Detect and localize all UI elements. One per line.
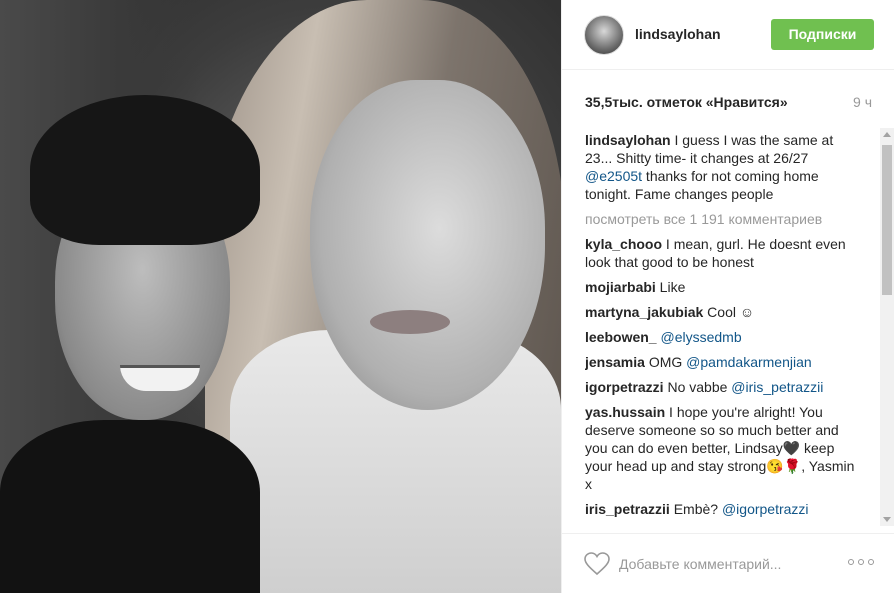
comment-username[interactable]: yas.hussain <box>585 404 665 420</box>
comment-username[interactable]: mojiarbabi <box>585 279 656 295</box>
comment-mention[interactable]: @elyssedmb <box>660 329 741 345</box>
more-options-icon[interactable] <box>848 559 874 569</box>
view-all-comments-link[interactable]: посмотреть все 1 191 комментариев <box>585 210 855 228</box>
post-photo[interactable] <box>0 0 561 593</box>
scrollbar-thumb[interactable] <box>882 145 892 295</box>
comment-text: Cool ☺ <box>703 304 755 320</box>
caption-username[interactable]: lindsaylohan <box>585 132 671 148</box>
comment-mention[interactable]: @pamdakarmenjian <box>686 354 812 370</box>
comment-username[interactable]: kyla_chooo <box>585 236 662 252</box>
list-item: mojiarbabi Like <box>585 278 855 296</box>
comment-mention[interactable]: @igorpetrazzi <box>722 501 809 517</box>
comments-list: lindsaylohan I guess I was the same at 2… <box>585 131 855 526</box>
heart-icon[interactable] <box>584 552 610 576</box>
list-item: leebowen_ @elyssedmb <box>585 328 855 346</box>
photo-man-shirt <box>0 420 260 593</box>
dot <box>848 559 854 565</box>
avatar[interactable] <box>584 15 624 55</box>
post-footer <box>562 533 894 593</box>
scroll-down-arrow-icon[interactable] <box>883 517 891 522</box>
photo-woman-face <box>310 80 545 410</box>
photo-woman-lips <box>370 310 450 334</box>
comment-username[interactable]: leebowen_ <box>585 329 657 345</box>
follow-button[interactable]: Подписки <box>771 19 874 50</box>
scroll-up-arrow-icon[interactable] <box>883 132 891 137</box>
list-item: martyna_jakubiak Cool ☺ <box>585 303 855 321</box>
list-item: iris_petrazzii Embè? @igorpetrazzi <box>585 500 855 518</box>
post-author-username[interactable]: lindsaylohan <box>635 26 721 42</box>
comment-input[interactable] <box>619 552 839 576</box>
list-item: igorpetrazzi No vabbe @iris_petrazzii <box>585 378 855 396</box>
caption: lindsaylohan I guess I was the same at 2… <box>585 131 855 203</box>
comment-username[interactable]: igorpetrazzi <box>585 379 664 395</box>
comment-text: OMG <box>644 354 687 370</box>
caption-mention[interactable]: @e2505t <box>585 168 642 184</box>
likes-count[interactable]: 35,5тыс. отметок «Нравится» <box>585 94 788 110</box>
comments-scrollbar[interactable] <box>880 128 894 526</box>
comment-username[interactable]: martyna_jakubiak <box>585 304 703 320</box>
comment-username[interactable]: iris_petrazzii <box>585 501 670 517</box>
photo-man-hair <box>30 95 260 245</box>
dot <box>868 559 874 565</box>
list-item: jensamia OMG @pamdakarmenjian <box>585 353 855 371</box>
post-sidebar: lindsaylohan Подписки 35,5тыс. отметок «… <box>561 0 894 593</box>
list-item: kyla_chooo I mean, gurl. He doesnt even … <box>585 235 855 271</box>
list-item: yas.hussain I hope you're alright! You d… <box>585 403 855 493</box>
comment-text: No vabbe <box>663 379 732 395</box>
comment-text: Embè? <box>669 501 722 517</box>
post-time[interactable]: 9 ч <box>853 94 872 110</box>
post-header: lindsaylohan Подписки <box>562 0 894 70</box>
comment-text: Like <box>655 279 686 295</box>
comment-username[interactable]: jensamia <box>585 354 645 370</box>
comment-mention[interactable]: @iris_petrazzii <box>731 379 823 395</box>
dot <box>858 559 864 565</box>
